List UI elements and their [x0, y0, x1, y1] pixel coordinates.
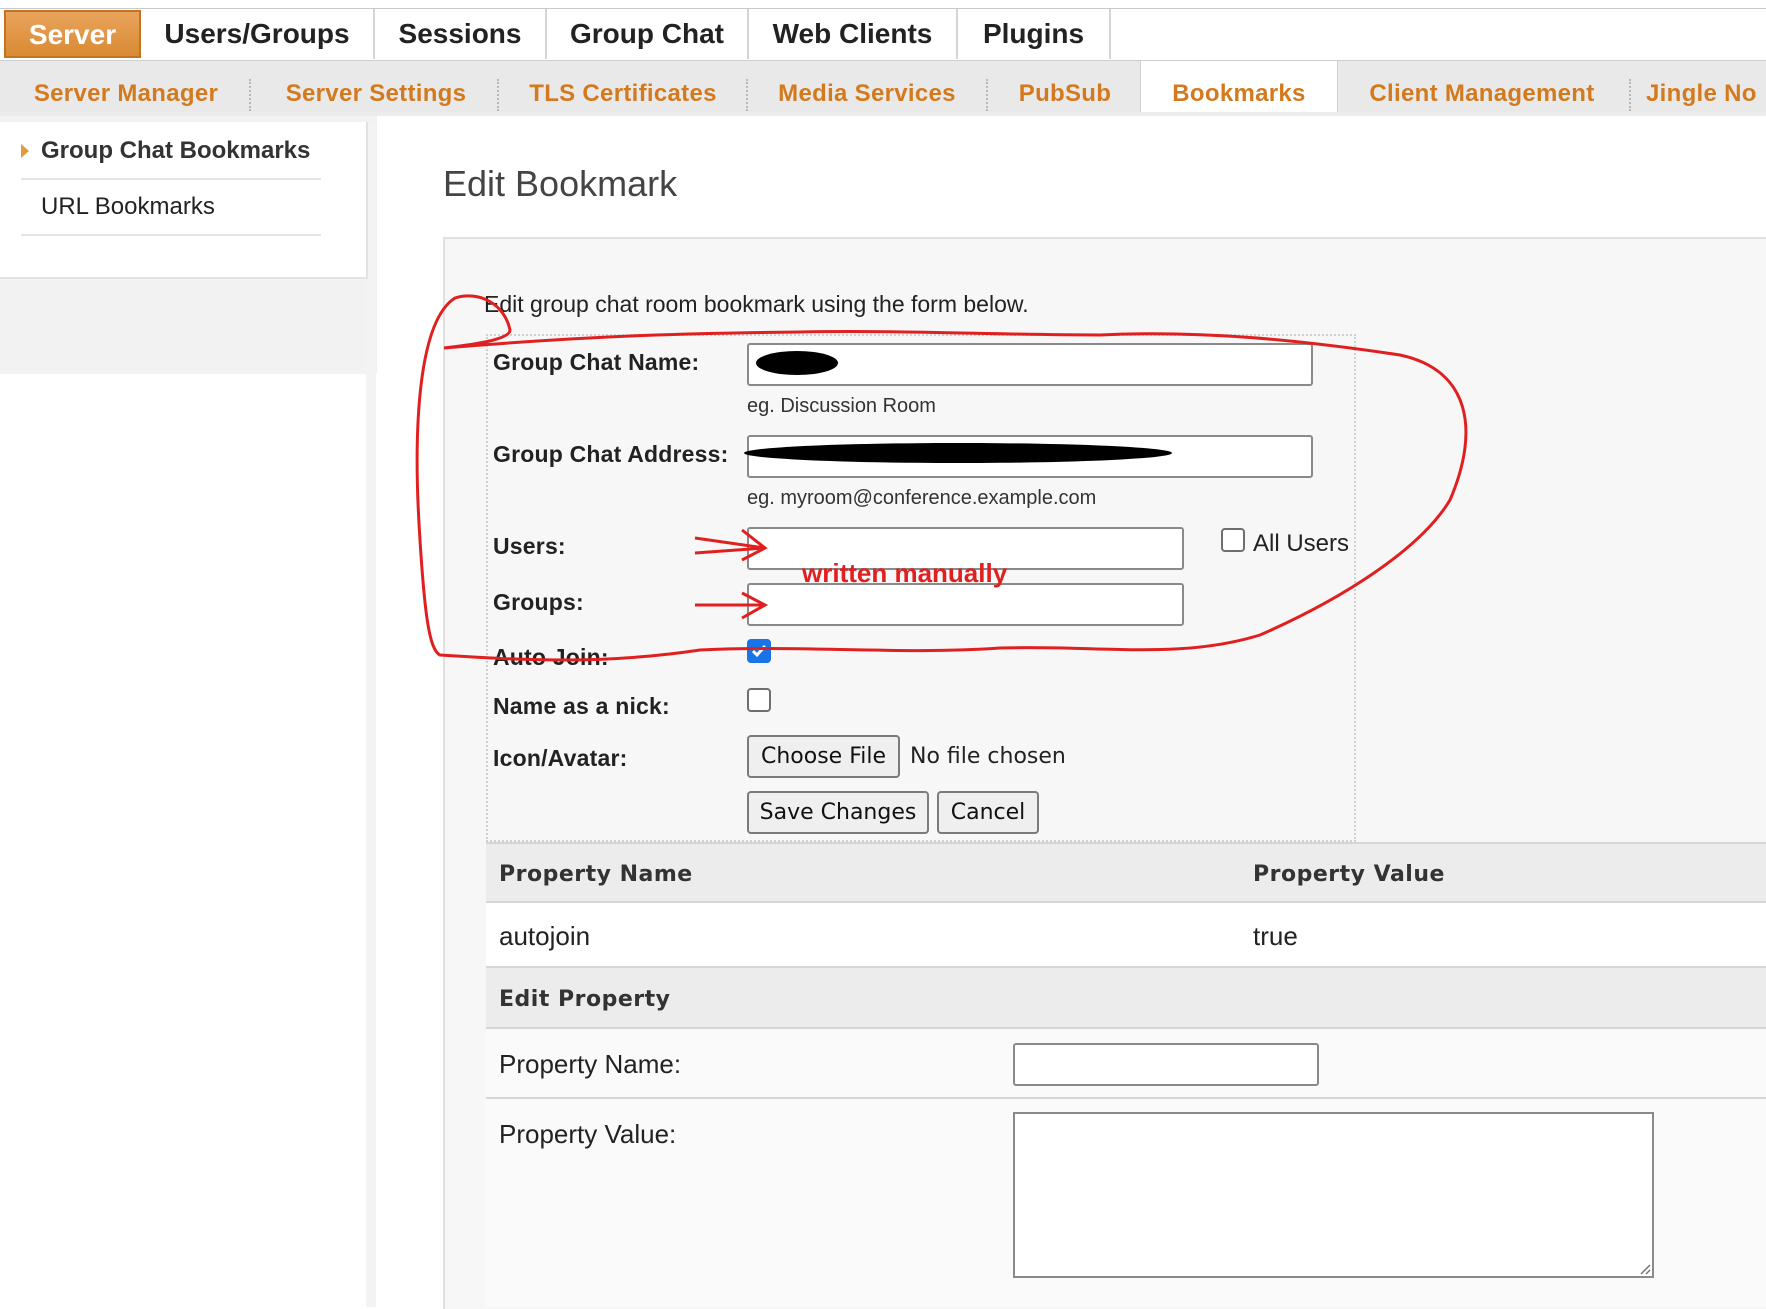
form-intro: Edit group chat room bookmark using the … [484, 291, 1029, 317]
subtab-pubsub[interactable]: PubSub [1001, 61, 1129, 115]
property-name-column-header: Property Name [499, 862, 693, 887]
subtab-separator [1629, 79, 1631, 111]
edit-property-value-label: Property Value: [499, 1119, 677, 1149]
subtab-client-management[interactable]: Client Management [1350, 61, 1614, 115]
redaction-mark [744, 443, 1172, 463]
name-as-nick-checkbox[interactable] [747, 688, 771, 712]
subtab-jingle-nodes[interactable]: Jingle No [1646, 61, 1766, 115]
page-title: Edit Bookmark [443, 163, 678, 204]
auto-join-checkbox[interactable] [747, 639, 771, 663]
users-label: Users: [493, 533, 566, 559]
all-users-label: All Users [1253, 530, 1350, 557]
groups-input[interactable] [747, 583, 1184, 626]
tab-plugins[interactable]: Plugins [958, 9, 1111, 59]
sidebar-item-label: URL Bookmarks [41, 193, 215, 220]
subtab-separator [249, 79, 251, 111]
sidebar-item-url-bookmarks[interactable]: URL Bookmarks [21, 180, 321, 236]
sidebar-item-group-chat-bookmarks[interactable]: Group Chat Bookmarks [21, 124, 321, 180]
no-file-text: No file chosen [910, 744, 1066, 769]
tab-group-chat[interactable]: Group Chat [547, 9, 749, 59]
choose-file-button[interactable]: Choose File [747, 735, 900, 778]
sidebar: Group Chat Bookmarks URL Bookmarks [0, 122, 368, 279]
auto-join-label: Auto Join: [493, 644, 609, 670]
sub-tab-bar: Server Manager Server Settings TLS Certi… [0, 60, 1766, 115]
subtab-separator [746, 79, 748, 111]
annotation-text: written manually [802, 558, 1008, 588]
subtab-separator [497, 79, 499, 111]
subtab-server-settings[interactable]: Server Settings [266, 61, 486, 115]
triangle-right-icon [21, 144, 29, 158]
properties-header-row: Property Name Property Value [486, 842, 1766, 901]
edit-property-name-row: Property Name: [486, 1027, 1766, 1097]
icon-avatar-label: Icon/Avatar: [493, 745, 628, 771]
edit-property-header: Edit Property [486, 966, 1766, 1027]
tab-server[interactable]: Server [4, 10, 141, 58]
all-users-checkbox[interactable] [1221, 528, 1245, 552]
property-value-cell: true [1253, 921, 1298, 951]
edit-property-name-label: Property Name: [499, 1049, 682, 1079]
subtab-media-services[interactable]: Media Services [762, 61, 972, 115]
property-value-textarea[interactable] [1013, 1112, 1654, 1278]
sidebar-item-label: Group Chat Bookmarks [41, 137, 311, 164]
subtab-server-manager[interactable]: Server Manager [16, 61, 236, 115]
property-value-column-header: Property Value [1253, 862, 1445, 887]
cancel-button[interactable]: Cancel [937, 791, 1039, 834]
tab-sessions[interactable]: Sessions [375, 9, 547, 59]
property-name-cell: autojoin [499, 921, 591, 951]
subtab-tls-certificates[interactable]: TLS Certificates [513, 61, 733, 115]
group-chat-name-hint: eg. Discussion Room [747, 395, 936, 417]
groups-label: Groups: [493, 589, 584, 615]
edit-property-title: Edit Property [499, 987, 671, 1012]
group-chat-address-hint: eg. myroom@conference.example.com [747, 487, 1097, 509]
name-as-nick-label: Name as a nick: [493, 693, 670, 719]
tab-web-clients[interactable]: Web Clients [749, 9, 958, 59]
group-chat-name-label: Group Chat Name: [493, 349, 700, 375]
redaction-mark [756, 351, 838, 375]
content-edge [366, 124, 376, 1307]
subtab-bookmarks[interactable]: Bookmarks [1140, 61, 1338, 113]
property-name-input[interactable] [1013, 1043, 1319, 1086]
edit-property-value-row: Property Value: [486, 1097, 1766, 1307]
group-chat-address-label: Group Chat Address: [493, 441, 729, 467]
checkmark-icon [751, 645, 767, 658]
resize-handle-icon[interactable] [1637, 1261, 1651, 1275]
tab-users-groups[interactable]: Users/Groups [141, 9, 375, 59]
save-changes-button[interactable]: Save Changes [747, 791, 929, 834]
subtab-separator [986, 79, 988, 111]
main-tab-bar: Server Users/Groups Sessions Group Chat … [0, 0, 1766, 61]
table-row: autojoin true [486, 901, 1766, 966]
